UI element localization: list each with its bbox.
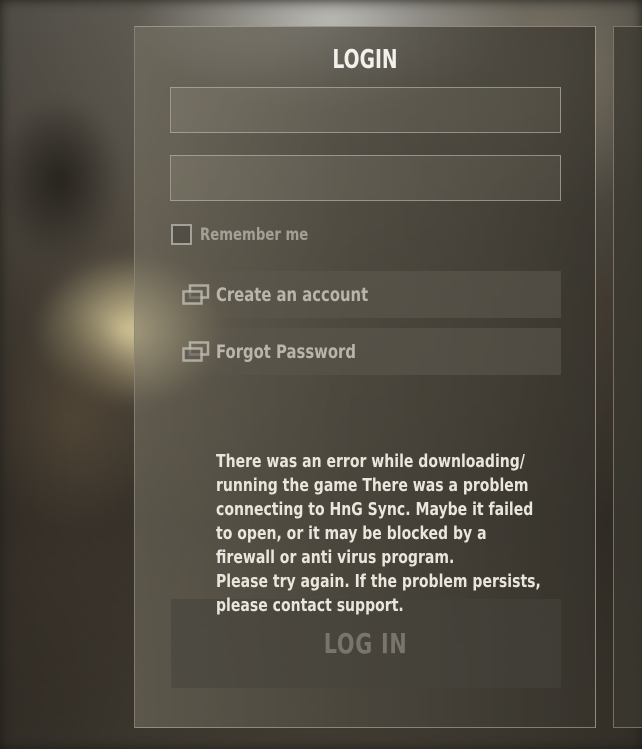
username-input[interactable] [171, 88, 560, 132]
error-message-text: There was an error while downloading/ ru… [216, 451, 541, 616]
external-window-icon [182, 283, 210, 306]
forgot-password-label: Forgot Password [216, 340, 356, 363]
login-panel: LOGIN Remember me Create an account Forg… [134, 26, 596, 728]
external-window-icon [182, 340, 210, 363]
remember-me-row[interactable]: Remember me [171, 224, 339, 245]
forgot-password-link[interactable]: Forgot Password [171, 328, 561, 375]
username-field[interactable] [170, 87, 561, 133]
side-panel [613, 26, 642, 728]
password-input[interactable] [171, 156, 560, 200]
login-title: LOGIN [332, 45, 398, 75]
remember-me-label: Remember me [200, 224, 309, 245]
remember-me-checkbox[interactable] [171, 224, 192, 245]
error-message: There was an error while downloading/ ru… [216, 450, 561, 618]
login-button-label: LOG IN [324, 627, 408, 660]
create-account-label: Create an account [216, 283, 369, 306]
create-account-link[interactable]: Create an account [171, 271, 561, 318]
password-field[interactable] [170, 155, 561, 201]
